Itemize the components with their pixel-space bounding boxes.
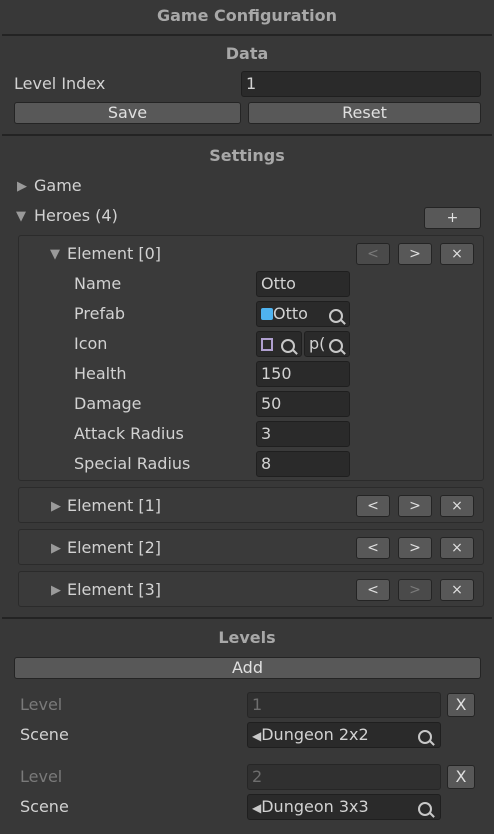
foldout-arrow-right-icon[interactable]: ▶ [51,583,61,598]
remove-element-button[interactable]: × [440,579,474,601]
icon-label: Icon [74,334,108,353]
object-picker-icon[interactable] [329,336,343,356]
level-field: 1 [247,692,441,718]
prefab-value: Otto [273,304,308,323]
remove-element-button[interactable]: × [440,495,474,517]
attack-radius-field[interactable]: 3 [256,421,350,447]
move-down-button[interactable]: > [398,579,432,601]
element-0-foldout[interactable]: Element [0] [67,244,161,263]
scene-label: Scene [20,797,69,816]
foldout-arrow-right-icon[interactable]: ▶ [51,541,61,556]
move-up-button[interactable]: < [356,579,390,601]
reset-button[interactable]: Reset [248,102,481,124]
data-header: Data [225,44,269,63]
prefab-field[interactable]: Otto [256,301,350,327]
scene-label: Scene [20,725,69,744]
health-field[interactable]: 150 [256,361,350,387]
object-picker-icon[interactable] [418,799,432,819]
scene-icon: ◀ [252,729,262,743]
game-foldout[interactable]: Game [34,176,82,195]
move-up-button[interactable]: < [356,495,390,517]
special-radius-label: Special Radius [74,454,191,473]
level-field: 2 [247,764,441,790]
health-label: Health [74,364,127,383]
sprite-icon [261,338,273,351]
name-label: Name [74,274,122,293]
foldout-arrow-down-icon[interactable]: ▼ [16,209,26,224]
foldout-arrow-right-icon[interactable]: ▶ [51,499,61,514]
add-hero-button[interactable]: + [424,207,481,229]
scene-icon: ◀ [252,801,262,815]
icon-value: p( [309,334,326,353]
divider [2,34,492,36]
move-up-button[interactable]: < [356,537,390,559]
window-title: Game Configuration [156,6,338,25]
object-picker-icon[interactable] [281,336,295,356]
divider [2,617,492,619]
scene-value: Dungeon 2x2 [261,725,369,744]
element-1-foldout[interactable]: Element [1] [67,496,161,515]
divider [2,134,492,136]
element-3-foldout[interactable]: Element [3] [67,580,161,599]
level-index-field[interactable]: 1 [241,71,481,97]
special-radius-field[interactable]: 8 [256,451,350,477]
remove-element-button[interactable]: × [440,243,474,265]
levels-header: Levels [218,628,276,647]
level-index-label: Level Index [14,74,106,93]
save-button[interactable]: Save [14,102,241,124]
damage-label: Damage [74,394,142,413]
icon-sprite-field[interactable] [256,331,302,357]
move-down-button[interactable]: > [398,495,432,517]
move-up-button[interactable]: < [356,243,390,265]
heroes-foldout[interactable]: Heroes (4) [34,206,118,225]
settings-header: Settings [209,146,285,165]
move-down-button[interactable]: > [398,537,432,559]
object-picker-icon[interactable] [329,306,343,326]
element-2-foldout[interactable]: Element [2] [67,538,161,557]
scene-value: Dungeon 3x3 [261,797,369,816]
move-down-button[interactable]: > [398,243,432,265]
object-picker-icon[interactable] [418,727,432,747]
cube-icon [261,308,273,320]
prefab-label: Prefab [74,304,126,323]
remove-level-button[interactable]: X [447,765,475,789]
element-0-panel [18,235,484,481]
remove-level-button[interactable]: X [447,693,475,717]
foldout-arrow-down-icon[interactable]: ▼ [50,247,60,262]
remove-element-button[interactable]: × [440,537,474,559]
attack-radius-label: Attack Radius [74,424,184,443]
foldout-arrow-right-icon[interactable]: ▶ [17,179,27,194]
level-label: Level [20,767,63,786]
icon-name-field[interactable]: p( [304,331,350,357]
level-label: Level [20,695,63,714]
add-level-button[interactable]: Add [14,657,481,679]
damage-field[interactable]: 50 [256,391,350,417]
scene-field[interactable]: ◀Dungeon 3x3 [247,794,441,820]
scene-field[interactable]: ◀Dungeon 2x2 [247,722,441,748]
name-field[interactable]: Otto [256,271,350,297]
